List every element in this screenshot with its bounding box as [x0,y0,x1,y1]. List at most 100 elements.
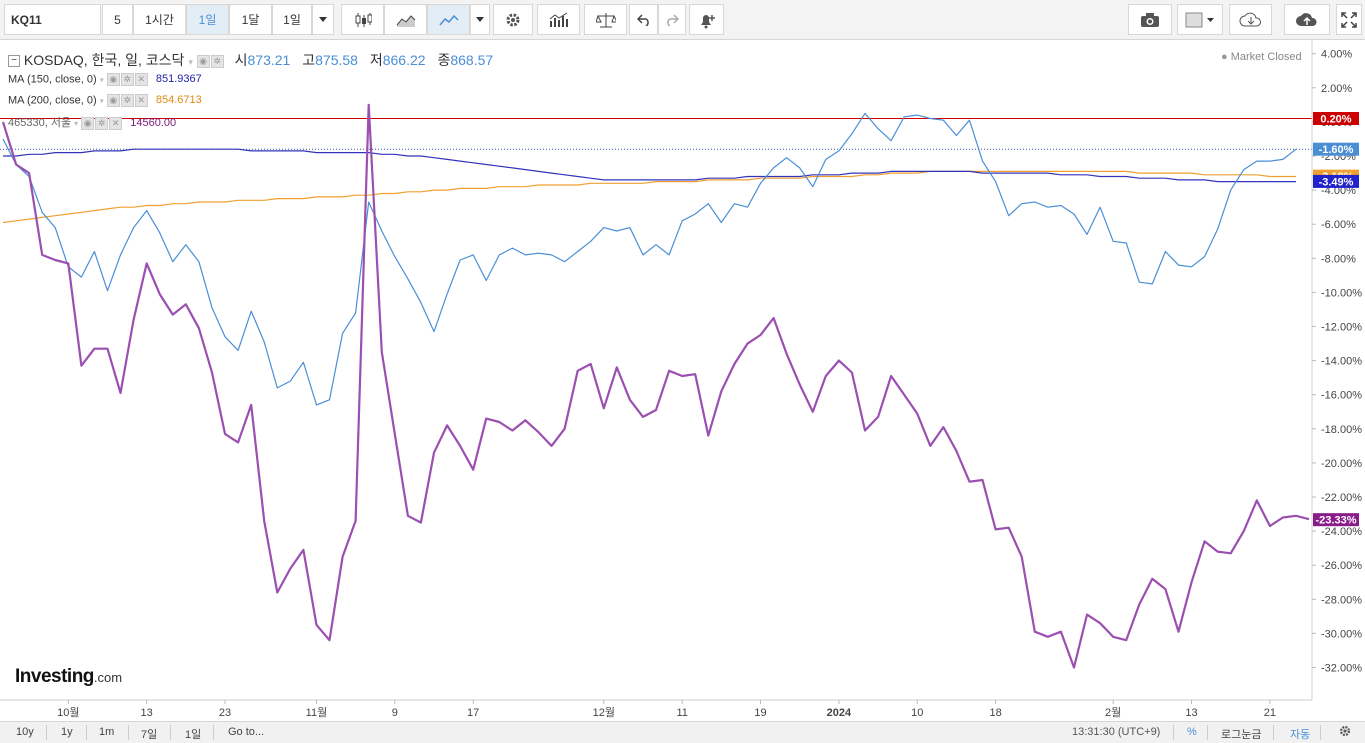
compare-label: 465330, 서울 [8,117,72,129]
save-button[interactable] [1284,4,1330,35]
x-tick-label: 13 [1185,707,1197,719]
main-legend: − KOSDAQ, 한국, 일, 코스닥 ▾ ◉ ✲ 시873.21 고875.5… [8,50,493,70]
chart-properties-button[interactable] [1338,724,1352,741]
period-7d[interactable]: 7일 [141,726,157,742]
symbol-input[interactable]: KQ11 [4,4,101,35]
x-tick-label: 23 [219,707,231,719]
x-tick-label: 17 [467,707,479,719]
candles-icon [355,12,372,27]
investing-logo: Investing.com [15,666,122,688]
close-icon[interactable]: ✕ [134,94,148,107]
x-tick-label: 2024 [827,707,852,719]
auto-scale-toggle[interactable]: 자동 [1290,726,1310,742]
clock-time: 13:31:30 (UTC+9) [1072,726,1161,738]
y-tick-label: -30.00% [1321,628,1362,640]
interval-5-button[interactable]: 5 [102,4,133,35]
gear-icon[interactable]: ✲ [95,116,109,130]
goto-button[interactable]: Go to... [228,726,264,738]
y-tick-label: -24.00% [1321,526,1362,538]
dropdown-caret-icon[interactable]: ▾ [100,75,104,84]
period-10y[interactable]: 10y [16,726,34,738]
log-scale-toggle[interactable]: 로그눈금 [1221,726,1261,742]
interval-dropdown-button[interactable] [312,4,334,35]
y-tick-label: -20.00% [1321,458,1362,470]
cloud-upload-icon [1296,12,1317,26]
snapshot-button[interactable] [1128,4,1172,35]
undo-icon [636,13,649,26]
status-dot-icon: ● [1221,51,1228,63]
fullscreen-icon [1341,11,1357,28]
x-tick-label: 11월 [306,706,328,719]
y-tick-label: 4.00% [1321,49,1352,61]
ma200-label: MA (200, close, 0) [8,94,97,107]
open-label: 시 [234,52,248,68]
visibility-icon[interactable]: ◉ [106,94,120,107]
interval-1h-button[interactable]: 1시간 [133,4,186,35]
low-label: 저 [369,52,383,68]
ma200-legend: MA (200, close, 0) ▾ ◉ ✲ ✕ 854.6713 [8,94,202,107]
ma150-line [3,148,1296,183]
interval-menu-button[interactable]: 1일 [272,4,312,35]
visibility-icon[interactable]: ◉ [196,54,210,68]
x-tick-label: 10월 [57,706,79,719]
y-tick-label: -10.00% [1321,287,1362,299]
toolbar: KQ11 5 1시간 1일 1달 1일 [0,0,1365,40]
gear-icon [1339,725,1351,737]
percent-toggle[interactable]: % [1187,726,1197,738]
bell-plus-icon [700,14,715,28]
collapse-icon[interactable]: − [8,55,20,68]
alert-button[interactable] [689,4,724,35]
gear-icon[interactable]: ✲ [120,94,134,107]
interval-1mo-button[interactable]: 1달 [229,4,272,35]
compare-button[interactable] [584,4,627,35]
gear-icon[interactable]: ✲ [120,73,134,86]
x-tick-label: 12월 [593,706,615,719]
x-tick-label: 21 [1264,707,1276,719]
visibility-icon[interactable]: ◉ [81,116,95,130]
close-icon[interactable]: ✕ [134,73,148,86]
indicators-button[interactable] [537,4,580,35]
high-value: 875.58 [315,52,358,68]
caret-down-icon [476,17,484,22]
close-icon[interactable]: ✕ [109,116,123,130]
period-1y[interactable]: 1y [61,726,73,738]
gear-icon [506,13,520,26]
gear-icon[interactable]: ✲ [210,54,224,68]
period-1m[interactable]: 1m [99,726,114,738]
dropdown-caret-icon[interactable]: ▾ [188,57,193,67]
compare-line [1,103,1310,669]
ma150-legend: MA (150, close, 0) ▾ ◉ ✲ ✕ 851.9367 [8,73,202,86]
ma200-value: 854.6713 [155,94,202,107]
layout-button[interactable] [1177,4,1223,35]
compare-legend: 465330, 서울 ▾ ◉ ✲ ✕ 14560.00 [8,114,176,130]
visibility-icon[interactable]: ◉ [106,73,120,86]
x-tick-label: 13 [141,707,153,719]
dropdown-caret-icon[interactable]: ▾ [74,119,78,128]
undo-button[interactable] [629,4,658,35]
candles-button[interactable] [341,4,384,35]
y-tick-label: -32.00% [1321,663,1362,675]
y-axis: 4.00%2.00%0.00%-2.00%-4.00%-6.00%-8.00%-… [1312,49,1362,675]
y-tick-label: 2.00% [1321,83,1352,95]
chart-area[interactable]: 4.00%2.00%0.00%-2.00%-4.00%-6.00%-8.00%-… [0,40,1365,721]
load-button[interactable] [1229,4,1272,35]
area-chart-button[interactable] [384,4,427,35]
period-1d[interactable]: 1일 [185,726,201,742]
close-value: 868.57 [450,52,494,68]
line-chart-button[interactable] [427,4,470,35]
market-status: ● Market Closed [1221,51,1302,63]
dropdown-caret-icon[interactable]: ▾ [100,96,104,105]
y-tick-label: -26.00% [1321,560,1362,572]
fullscreen-button[interactable] [1336,4,1362,35]
caret-down-icon [319,17,327,22]
high-label: 고 [302,52,316,68]
settings-button[interactable] [493,4,533,35]
interval-1d-button[interactable]: 1일 [186,4,229,35]
y-tick-label: -22.00% [1321,492,1362,504]
cloud-download-icon [1239,12,1261,26]
compare-value: 14560.00 [130,117,177,129]
redo-button[interactable] [658,4,686,35]
chart-type-dropdown[interactable] [470,4,490,35]
area-chart-icon [396,14,415,27]
ma200-line [2,170,1296,224]
